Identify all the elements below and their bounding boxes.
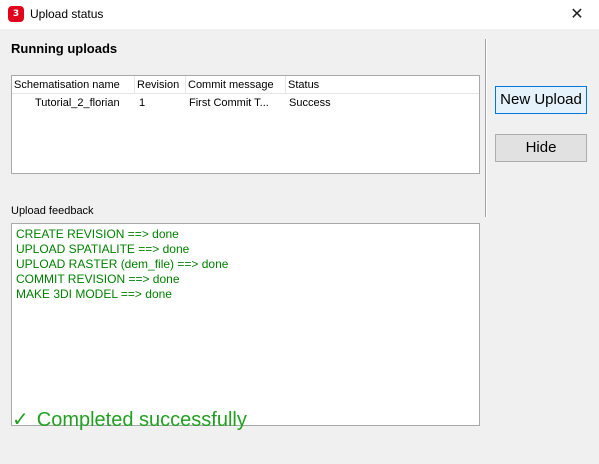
cell-status: Success <box>289 97 331 109</box>
new-upload-button[interactable]: New Upload <box>495 86 587 114</box>
feedback-line: MAKE 3DI MODEL ==> done <box>16 287 172 301</box>
upload-feedback-label: Upload feedback <box>11 205 94 217</box>
feedback-line: COMMIT REVISION ==> done <box>16 272 180 286</box>
cell-revision: 1 <box>139 97 146 109</box>
cell-schematisation-name: Tutorial_2_florian <box>35 97 120 109</box>
feedback-line: CREATE REVISION ==> done <box>16 227 179 241</box>
running-uploads-title: Running uploads <box>11 41 118 56</box>
completion-status: ✓ Completed successfully <box>12 406 247 432</box>
window-title: Upload status <box>30 7 104 21</box>
feedback-line: UPLOAD SPATIALITE ==> done <box>16 242 190 256</box>
close-button[interactable]: ✕ <box>555 0 599 29</box>
cell-commit-message: First Commit T... <box>189 97 269 109</box>
table-header: Schematisation name Revision Commit mess… <box>12 76 479 94</box>
completion-message: Completed successfully <box>36 409 247 431</box>
hide-button[interactable]: Hide <box>495 134 587 162</box>
uploads-table[interactable]: Schematisation name Revision Commit mess… <box>11 75 480 174</box>
column-header-commit-message[interactable]: Commit message <box>186 76 286 94</box>
title-bar: 3 Upload status ✕ <box>0 0 599 29</box>
checkmark-icon: ✓ <box>12 407 29 431</box>
close-icon[interactable]: ✕ <box>570 4 583 23</box>
column-header-schematisation-name[interactable]: Schematisation name <box>12 76 135 94</box>
table-row[interactable]: Tutorial_2_florian 1 First Commit T... S… <box>12 94 479 112</box>
vertical-divider <box>485 39 487 217</box>
column-header-status[interactable]: Status <box>286 76 406 94</box>
feedback-line: UPLOAD RASTER (dem_file) ==> done <box>16 257 229 271</box>
column-header-revision[interactable]: Revision <box>135 76 186 94</box>
dialog-body: Running uploads Schematisation name Revi… <box>0 29 599 464</box>
upload-feedback-log[interactable]: CREATE REVISION ==> done UPLOAD SPATIALI… <box>11 223 480 426</box>
app-icon: 3 <box>8 6 24 22</box>
